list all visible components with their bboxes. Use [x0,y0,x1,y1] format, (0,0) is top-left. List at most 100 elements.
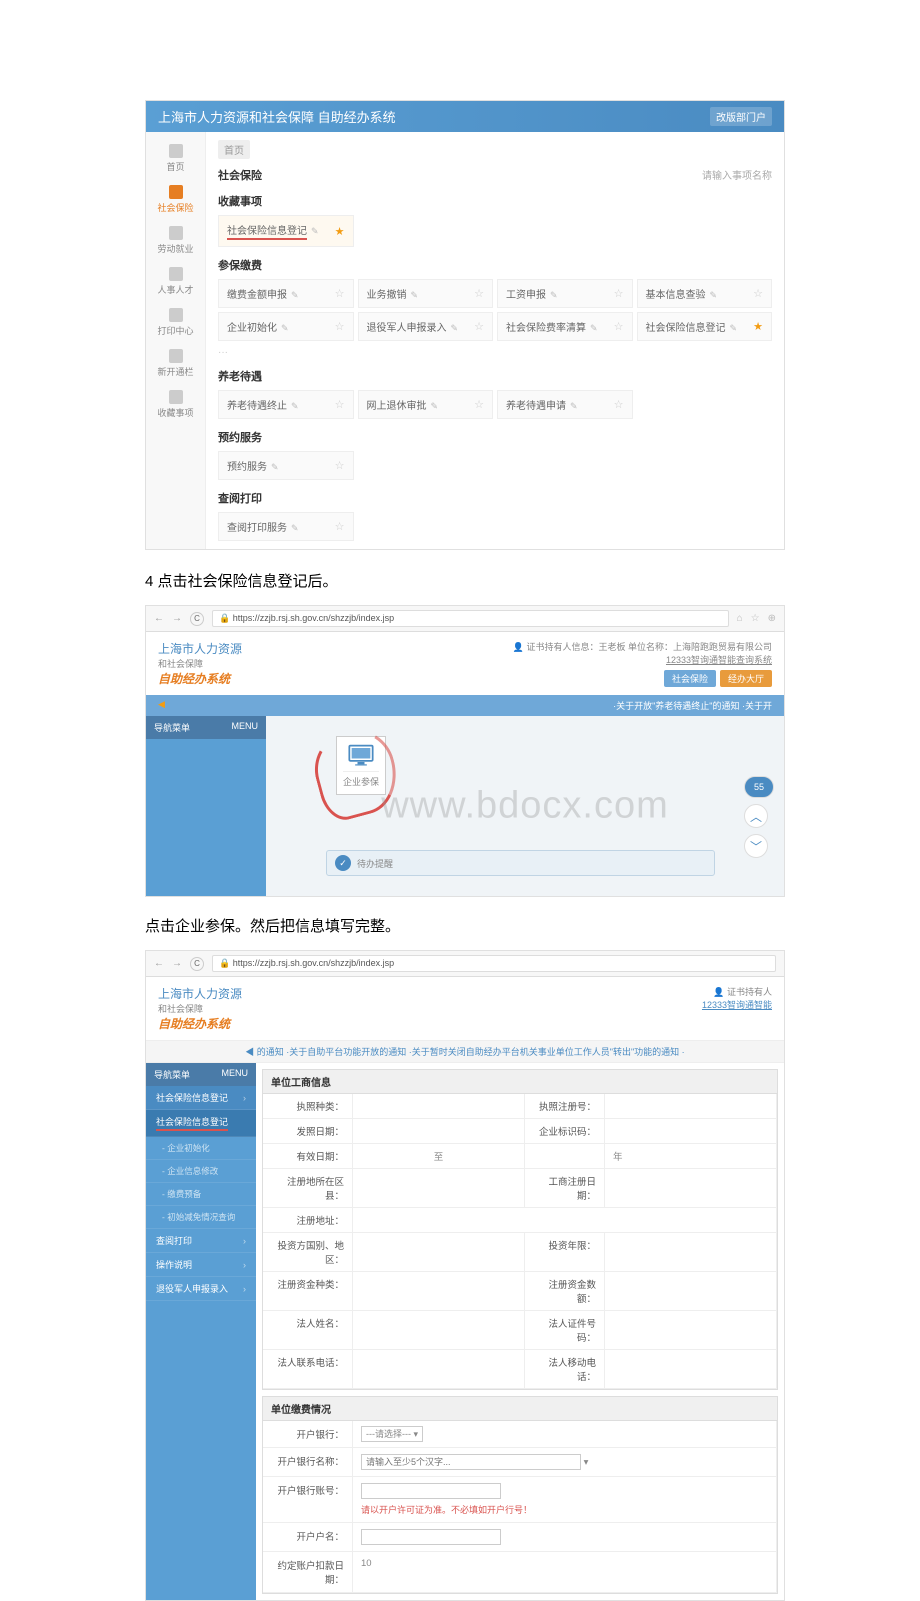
app-title: 上海市人力资源和社会保障 自助经办系统 [158,107,396,126]
user-info: 👤 证书持有人信息：王老板 单位名称：上海陪跑跑贸易有限公司 12333智询通智… [513,640,772,687]
enterprise-insure-tile[interactable]: 企业参保 [336,736,386,795]
fav-card-registration[interactable]: 社会保险信息登记✎★ [218,215,354,247]
fav-icon[interactable]: ☆ [751,613,760,624]
tab-social-insurance[interactable]: 社会保险 [664,670,716,687]
refresh-icon[interactable]: C [190,612,204,626]
card-veteran[interactable]: 退役军人申报录入✎☆ [358,312,494,341]
form-label: 开户银行名称： [263,1448,353,1477]
browser-toolbar: ← → C 🔒 https://zzjb.rsj.sh.gov.cn/shzzj… [146,606,784,632]
logo: 上海市人力资源 和社会保障 自助经办系统 [158,640,242,687]
form-content: 单位工商信息 执照种类：执照注册号：发照日期：企业标识码：有效日期：至年注册地所… [256,1063,784,1600]
task-reminder-bar[interactable]: ✓ 待办提醒 [326,850,715,876]
card-cancel[interactable]: 业务撤销✎☆ [358,279,494,308]
form-hint: 请以开户许可证为准。不必填如开户行号！ [361,1503,768,1516]
card-booking[interactable]: 预约服务✎☆ [218,451,354,480]
text-input[interactable] [361,1483,501,1499]
form-payment-info: 单位缴费情况 开户银行：---请选择--- ▾开户银行名称： ▾开户银行账号：请… [262,1396,778,1594]
bank-select[interactable]: ---请选择--- ▾ [361,1426,423,1442]
back-icon[interactable]: ← [154,613,164,624]
text-input[interactable] [361,1529,501,1545]
form-value [605,1311,777,1350]
home-icon[interactable]: ⌂ [737,613,743,624]
form-label: 发照日期： [263,1119,353,1144]
card-salary-declare[interactable]: 工资申报✎☆ [497,279,633,308]
scroll-up-icon[interactable]: ︿ [744,804,768,828]
screenshot-dashboard: ← → C 🔒 https://zzjb.rsj.sh.gov.cn/shzzj… [145,605,785,897]
sidebar-print[interactable]: 打印中心 [146,302,205,343]
star-icon[interactable]: ☆ [335,287,345,300]
score-badge[interactable]: 55 [744,776,774,798]
ext-icon[interactable]: ⊕ [768,613,776,624]
form-label: 法人证件号码： [525,1311,605,1350]
url-input[interactable]: 🔒 https://zzjb.rsj.sh.gov.cn/shzzjb/inde… [212,955,776,972]
form-label: 法人联系电话： [263,1350,353,1389]
refresh-icon[interactable]: C [190,957,204,971]
briefcase-icon [169,226,183,240]
back-icon[interactable]: ← [154,958,164,969]
nav-sub-query[interactable]: - 初始减免情况查询 [146,1206,256,1229]
chevron-right-icon: › [243,1093,246,1103]
url-input[interactable]: 🔒 https://zzjb.rsj.sh.gov.cn/shzzjb/inde… [212,610,729,627]
menu-label: MENU [232,721,259,734]
more-dots: ··· [218,347,772,358]
dropdown-icon[interactable]: ▾ [581,1457,588,1468]
pencil-icon: ✎ [311,226,319,236]
tab-service-hall[interactable]: 经办大厅 [720,670,772,687]
nav-veteran[interactable]: 退役军人申报录入› [146,1277,256,1301]
sidebar-employment[interactable]: 劳动就业 [146,220,205,261]
chevron-right-icon: › [243,1260,246,1270]
star-icon[interactable]: ★ [753,320,763,333]
screenshot-form: ← → C 🔒 https://zzjb.rsj.sh.gov.cn/shzzj… [145,950,785,1601]
card-print[interactable]: 查阅打印服务✎☆ [218,512,354,541]
nav-print[interactable]: 查阅打印› [146,1229,256,1253]
portal-switch-button[interactable]: 改版部门户 [710,107,772,126]
card-init[interactable]: 企业初始化✎☆ [218,312,354,341]
card-basic-verify[interactable]: 基本信息查验✎☆ [637,279,773,308]
form-value [605,1094,777,1119]
search-input[interactable]: 请输入事项名称 [702,167,772,183]
form-value [605,1119,777,1144]
nav-sub-modify[interactable]: - 企业信息修改 [146,1160,256,1183]
screenshot-services: 上海市人力资源和社会保障 自助经办系统 改版部门户 首页 社会保险 劳动就业 人… [145,100,785,550]
card-pension-apply[interactable]: 养老待遇申请✎☆ [497,390,633,419]
star-icon[interactable]: ★ [335,225,345,238]
nav-help[interactable]: 操作说明› [146,1253,256,1277]
card-payment-declare[interactable]: 缴费金额申报✎☆ [218,279,354,308]
section-pension-title: 养老待遇 [218,368,772,384]
nav-sub-init[interactable]: - 企业初始化 [146,1137,256,1160]
form-value [353,1233,525,1272]
card-retire-online[interactable]: 网上退休审批✎☆ [358,390,494,419]
browser-toolbar: ← → C 🔒 https://zzjb.rsj.sh.gov.cn/shzzj… [146,951,784,977]
nav-sidebar: 导航菜单 MENU [146,716,266,896]
nav-registration-group[interactable]: 社会保险信息登记› [146,1086,256,1110]
nav-registration-active[interactable]: 社会保险信息登记 [146,1110,256,1137]
card-pension-stop[interactable]: 养老待遇终止✎☆ [218,390,354,419]
form-value [353,1208,777,1233]
sidebar-home[interactable]: 首页 [146,138,205,179]
section-print-title: 查阅打印 [218,490,772,506]
bank-name-input[interactable] [361,1454,581,1470]
form-value [353,1350,525,1389]
form-value [353,1119,525,1144]
logo: 上海市人力资源 和社会保障 自助经办系统 [158,985,242,1032]
nav-title: 导航菜单 [154,1068,190,1081]
sidebar-social-insurance[interactable]: 社会保险 [146,179,205,220]
form-label: 执照种类： [263,1094,353,1119]
scroll-down-icon[interactable]: ﹀ [744,834,768,858]
nav-sub-prepare[interactable]: - 缴费预备 [146,1183,256,1206]
sidebar-personnel[interactable]: 人事人才 [146,261,205,302]
user-avatar-icon: 👤 [713,987,724,997]
breadcrumb-home[interactable]: 首页 [218,140,250,159]
card-rate-settle[interactable]: 社会保险费率清算✎☆ [497,312,633,341]
nav-sidebar: 导航菜单 MENU 社会保险信息登记› 社会保险信息登记 - 企业初始化 - 企… [146,1063,256,1600]
forward-icon[interactable]: → [172,958,182,969]
check-icon: ✓ [335,855,351,871]
card-registration[interactable]: 社会保险信息登记✎★ [637,312,773,341]
forward-icon[interactable]: → [172,613,182,624]
sidebar-new[interactable]: 新开通栏 [146,343,205,384]
user-avatar-icon: 👤 [513,642,524,652]
page-header: 上海市人力资源 和社会保障 自助经办系统 👤 证书持有人 12333智询通智能 [146,977,784,1040]
notification-bar[interactable]: ◀ 的通知 ·关于自助平台功能开放的通知 ·关于暂时关闭自助经办平台机关事业单位… [146,1040,784,1063]
user-info: 👤 证书持有人 12333智询通智能 [702,985,772,1011]
sidebar-favorites[interactable]: 收藏事项 [146,384,205,425]
